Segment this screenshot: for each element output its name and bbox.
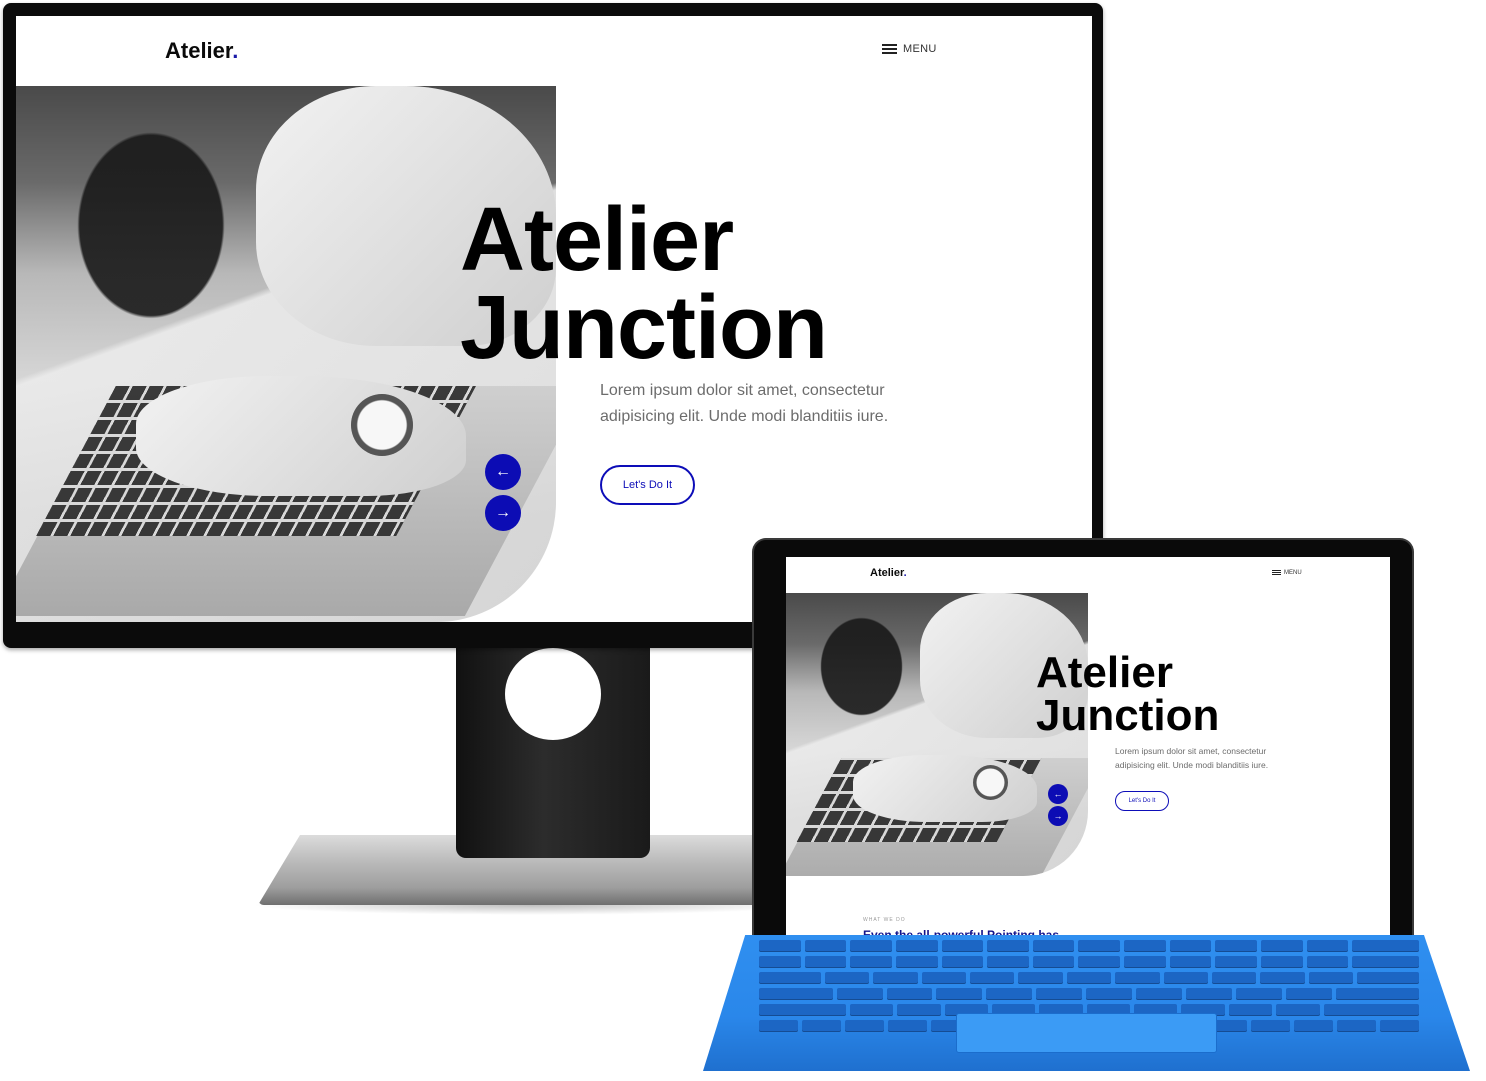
monitor-screen: Atelier. MENU Atelier Junction Lorem ips… (16, 16, 1092, 622)
menu-label: MENU (903, 43, 937, 55)
tablet-menu-button[interactable]: MENU (1272, 569, 1302, 576)
tablet-site-logo-dot: . (903, 567, 907, 579)
tablet-hero-title: Atelier Junction (1036, 648, 1220, 741)
tablet-cta-button[interactable]: Let's Do It (1115, 791, 1169, 811)
tablet-photo-arm-lower (853, 755, 1037, 822)
cta-button[interactable]: Let's Do It (600, 465, 695, 505)
hamburger-icon (1272, 569, 1281, 576)
section-overline: WHAT WE DO (863, 917, 906, 923)
tablet-site-logo[interactable]: Atelier. (870, 567, 907, 579)
tablet-hero-title-line1: Atelier (1036, 648, 1173, 697)
hero-description: Lorem ipsum dolor sit amet, consectetur … (600, 382, 889, 425)
tablet-screen: Atelier. MENU Atelier Junction Lorem ips… (786, 557, 1390, 957)
arrow-left-icon[interactable]: ← (1048, 784, 1068, 804)
tablet-keyboard-cover (703, 935, 1470, 1071)
tablet-touchpad (956, 1013, 1217, 1053)
photo-watch (351, 394, 413, 456)
hero-title: Atelier Junction (460, 190, 828, 379)
arrow-left-icon[interactable]: ← (485, 454, 521, 490)
hamburger-icon (882, 42, 897, 56)
tablet-hero-title-line2: Junction (1036, 691, 1220, 741)
tablet-photo-watch (973, 765, 1008, 800)
site-logo[interactable]: Atelier. (165, 38, 238, 64)
arrow-right-icon[interactable]: → (485, 495, 521, 531)
tablet-menu-label: MENU (1284, 569, 1302, 576)
monitor-stand-hole (505, 648, 601, 740)
site-logo-dot: . (232, 38, 239, 63)
tablet-device: Atelier. MENU Atelier Junction Lorem ips… (754, 540, 1412, 960)
photo-arm-lower (136, 376, 466, 496)
hero-title-line1: Atelier (460, 190, 734, 290)
tablet-hero-description: Lorem ipsum dolor sit amet, consectetur … (1115, 746, 1269, 770)
menu-button[interactable]: MENU (882, 42, 937, 56)
arrow-right-icon[interactable]: → (1048, 806, 1068, 826)
tablet-site-logo-text: Atelier (870, 567, 904, 579)
site-logo-text: Atelier (165, 38, 233, 63)
hero-title-line2: Junction (460, 278, 828, 379)
